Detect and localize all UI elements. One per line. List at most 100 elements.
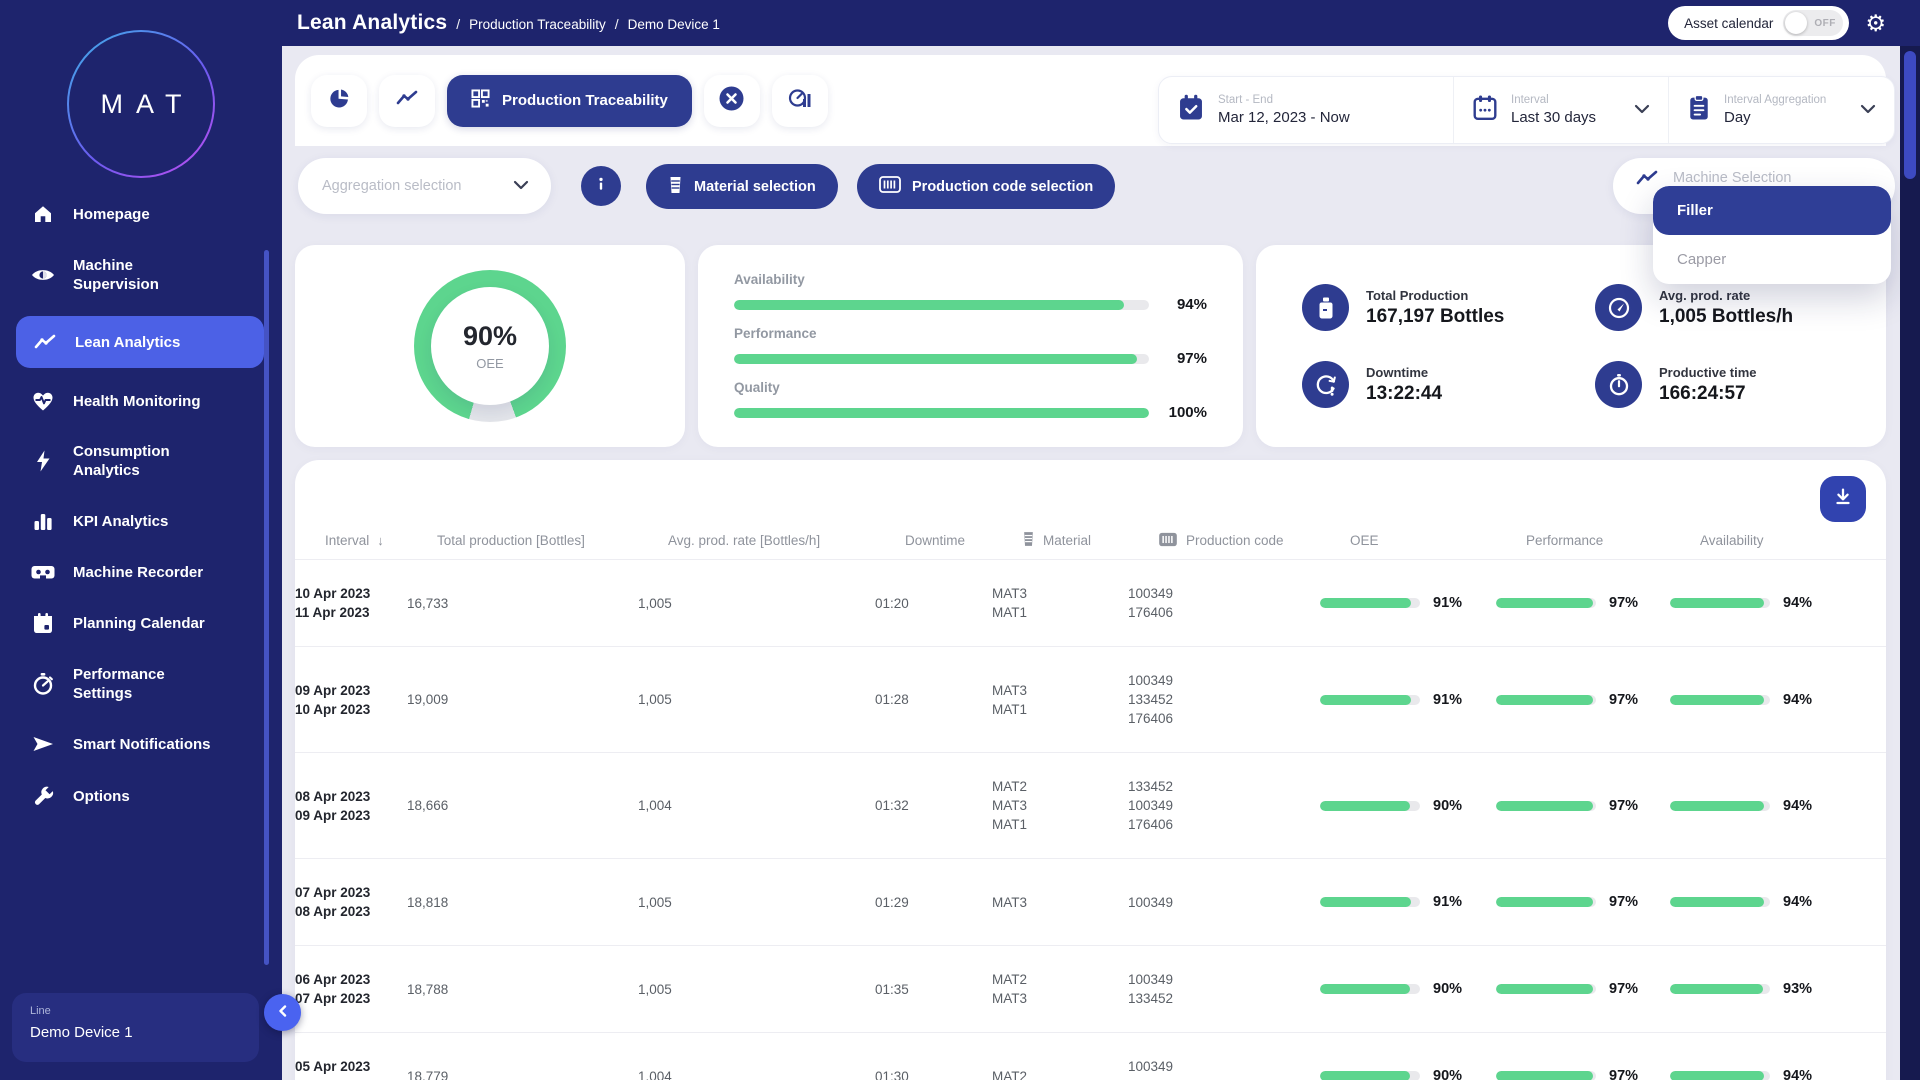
eye-icon [30,264,56,286]
column-header-interval[interactable]: Interval ↓ [325,533,437,548]
sidebar-item-planning-calendar[interactable]: Planning Calendar [0,604,282,643]
gear-icon[interactable]: ⚙ [1865,12,1886,35]
chevron-down-icon [513,177,529,195]
gauge-report-button[interactable] [772,75,828,127]
sidebar-item-health-monitoring[interactable]: Health Monitoring [0,382,282,420]
oee-value: 90% [463,321,517,352]
interval-label: Interval [1511,94,1596,106]
machine-selection-menu: Filler Capper [1653,186,1891,284]
pie-chart-view-button[interactable] [311,75,367,127]
trend-view-button[interactable] [379,75,435,127]
availability-bar [1670,897,1770,907]
sidebar-nav: Homepage Machine Supervision Lean Analyt… [0,194,282,816]
sidebar-collapse-button[interactable] [264,994,301,1031]
production-traceability-tab[interactable]: Production Traceability [447,75,692,127]
sidebar-item-smart-notifications[interactable]: Smart Notifications [0,725,282,763]
cell-oee: 90% [1320,981,1496,997]
column-header-total-production: Total production [Bottles] [437,533,668,548]
cell-availability: 94% [1670,1068,1886,1080]
total-production-stat: Total Production 167,197 Bottles [1270,269,1563,346]
topbar-right: Asset calendar OFF ⚙ [1668,6,1920,40]
aggregation-selection-dropdown[interactable]: Aggregation selection [298,158,551,214]
performance-bar [1496,897,1596,907]
availability-bar [1670,984,1770,994]
cell-downtime: 01:35 [875,982,992,997]
page-scrollbar-thumb[interactable] [1904,51,1916,179]
column-header-downtime: Downtime [905,533,1022,548]
cell-rate: 1,005 [638,596,875,611]
cell-total: 18,788 [407,982,638,997]
cell-materials: MAT2MAT3MAT1 [992,777,1128,834]
cell-total: 16,733 [407,596,638,611]
date-range-control[interactable]: Start - End Mar 12, 2023 - Now [1159,77,1453,143]
device-label: Line [30,1005,241,1017]
bolt-icon [30,449,56,473]
device-selector[interactable]: Line Demo Device 1 [12,993,259,1062]
performance-bar [1496,984,1596,994]
table-row: 10 Apr 202311 Apr 202316,7331,00501:20MA… [295,560,1886,647]
cell-availability: 94% [1670,692,1886,708]
cassette-icon [30,562,56,582]
table-header: Interval ↓ Total production [Bottles] Av… [295,522,1886,560]
menu-option-filler[interactable]: Filler [1653,186,1891,235]
cell-materials: MAT3MAT1 [992,584,1128,622]
sidebar-item-homepage[interactable]: Homepage [0,194,282,234]
sidebar-scrollbar[interactable] [264,250,269,965]
download-button[interactable] [1820,476,1866,522]
production-code-selection-button[interactable]: Production code selection [857,164,1115,209]
chevron-down-icon [1860,101,1876,119]
topbar: Lean Analytics / Production Traceability… [0,0,1920,46]
cell-total: 18,666 [407,798,638,813]
cell-downtime: 01:20 [875,596,992,611]
close-view-button[interactable] [704,75,760,127]
sidebar-item-lean-analytics[interactable]: Lean Analytics [16,316,264,368]
menu-option-capper[interactable]: Capper [1653,235,1891,284]
availability-bar [1670,695,1770,705]
date-controls: Start - End Mar 12, 2023 - Now Interval … [1158,76,1895,144]
material-selection-button[interactable]: Material selection [646,164,838,209]
asset-calendar-toggle[interactable]: Asset calendar OFF [1668,6,1849,40]
sidebar-item-performance-settings[interactable]: Performance Settings [0,657,282,711]
cell-downtime: 01:30 [875,1069,992,1080]
cell-total: 18,818 [407,895,638,910]
qr-grid-icon [471,89,490,112]
downtime-clock-icon [1302,361,1349,408]
oee-bar [1320,695,1420,705]
performance-bar [1496,695,1596,705]
table-row: 09 Apr 202310 Apr 202319,0091,00501:28MA… [295,647,1886,753]
gauge-icon [1595,284,1642,331]
bottle-icon [1302,284,1349,331]
interval-control[interactable]: Interval Last 30 days [1453,77,1668,143]
cell-availability: 94% [1670,595,1886,611]
material-icon [668,176,683,198]
info-button[interactable] [581,166,621,206]
sort-desc-icon: ↓ [377,533,384,548]
performance-bar-group: Performance 97% [734,326,1207,367]
traceability-table-card: Interval ↓ Total production [Bottles] Av… [295,460,1886,1080]
oee-donut: 90% OEE [414,270,566,422]
interval-aggregation-control[interactable]: Interval Aggregation Day [1668,77,1894,143]
trend-icon [1635,168,1659,193]
page-scrollbar [1900,46,1920,1080]
sidebar-item-kpi-analytics[interactable]: KPI Analytics [0,502,282,540]
breadcrumb-item-demo-device[interactable]: Demo Device 1 [628,17,720,32]
sidebar-item-machine-recorder[interactable]: Machine Recorder [0,554,282,590]
breadcrumb-item-production-traceability[interactable]: Production Traceability [469,17,606,32]
cell-materials: MAT3MAT1 [992,681,1128,719]
cell-rate: 1,004 [638,798,875,813]
chevron-down-icon [1634,101,1650,119]
cell-interval: 10 Apr 202311 Apr 2023 [295,584,407,622]
toggle-switch[interactable]: OFF [1783,10,1843,36]
date-range-value: Mar 12, 2023 - Now [1218,109,1350,126]
cell-codes: 100349176406 [1128,1057,1320,1080]
table-row: 05 Apr 202306 Apr 202318,7791,00401:30MA… [295,1033,1886,1080]
info-icon [590,173,612,200]
sidebar-item-machine-supervision[interactable]: Machine Supervision [0,248,282,302]
sidebar-item-options[interactable]: Options [0,777,282,816]
trend-icon [395,88,419,113]
sidebar-item-consumption-analytics[interactable]: Consumption Analytics [0,434,282,488]
cell-availability: 94% [1670,894,1886,910]
barcode-icon [1158,532,1178,550]
oee-card: 90% OEE [295,245,685,447]
availability-bar [1670,598,1770,608]
